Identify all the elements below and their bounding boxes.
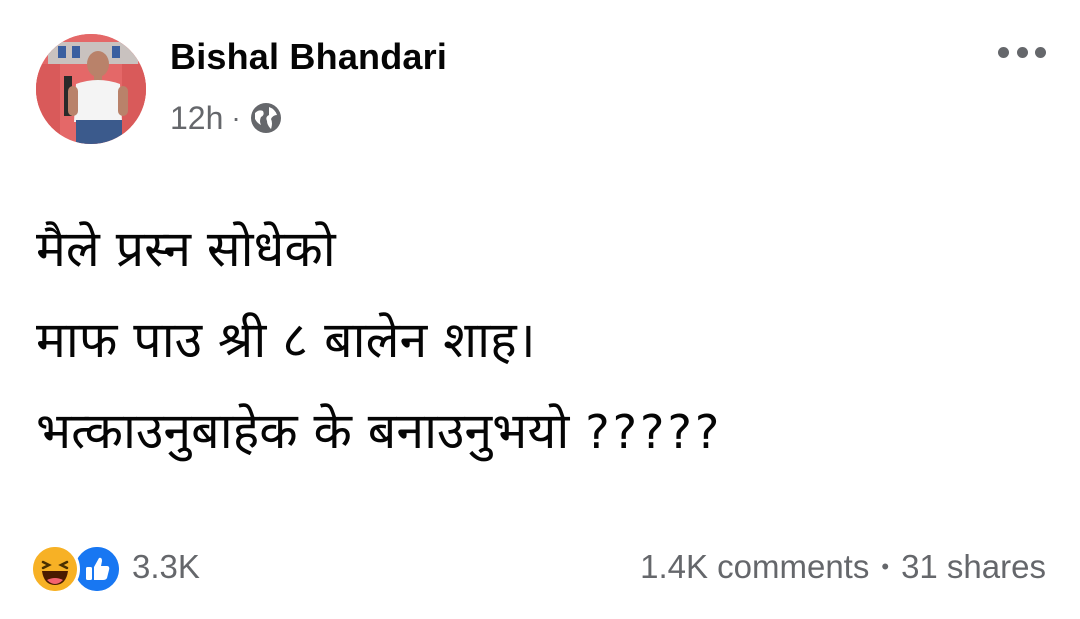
reaction-icons [30,542,126,594]
globe-icon[interactable] [249,101,283,135]
more-dot [998,46,1009,58]
post-stats: 1.4K comments • 31 shares [640,548,1046,586]
author-name[interactable]: Bishal Bhandari [170,36,447,78]
avatar-photo [36,34,146,144]
post-text-line-main: भत्काउनुबाहेक के बनाउनुभयो [36,402,570,460]
reaction-count: 3.3K [132,548,200,585]
haha-reaction-icon [30,544,80,594]
post-footer: 3.3K 1.4K comments • 31 shares [30,540,1046,594]
post-text-line: माफ पाउ श्री ८ बालेन शाह। [36,311,536,369]
avatar[interactable] [36,34,146,144]
question-marks: ????? [585,405,723,459]
post-header: Bishal Bhandari 12h · [36,30,1046,144]
more-options-icon[interactable] [998,40,1046,64]
reactions-summary[interactable]: 3.3K [30,542,200,594]
post-time[interactable]: 12h [170,100,223,137]
comments-count[interactable]: 1.4K comments [640,548,869,586]
meta-separator: · [231,102,241,133]
post-text-line: भत्काउनुबाहेक के बनाउनुभयो ????? [36,382,1046,482]
shares-count[interactable]: 31 shares [901,548,1046,586]
more-dot [1016,46,1028,58]
stats-separator: • [881,554,890,579]
post-meta: 12h · [170,98,283,138]
post-text-line: मैले प्रस्न सोधेको [36,220,336,278]
more-dot [1035,46,1046,58]
post-text: मैले प्रस्न सोधेको माफ पाउ श्री ८ बालेन … [36,200,1046,482]
